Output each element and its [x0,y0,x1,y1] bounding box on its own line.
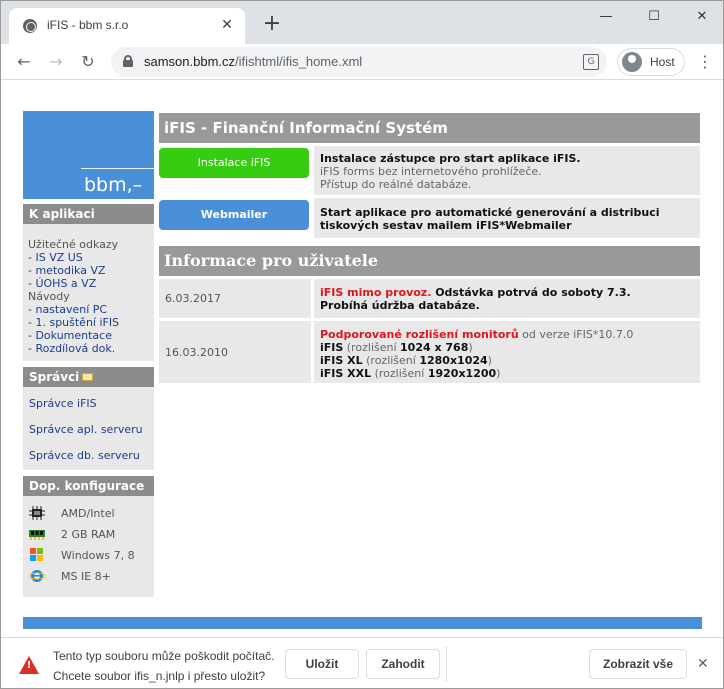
apps-box: Užitečné odkazy - IS VZ US - metodika VZ… [23,224,154,361]
back-button[interactable]: ← [13,51,35,73]
download-bar-close-icon[interactable]: ✕ [697,656,709,672]
profile-button[interactable]: Host [617,48,685,76]
config-cpu-label: AMD/Intel [61,507,115,520]
footer-bar [23,617,702,629]
link-uohs-vz[interactable]: - ÚOHS a VZ [28,277,149,290]
link-spravce-apl-serveru[interactable]: Správce apl. serveru [29,423,148,436]
config-browser: MS IE 8+ [29,568,148,589]
tab-close-icon[interactable]: ✕ [219,17,235,33]
download-warning-line2: Chcete soubor ifis_n.jnlp i přesto uloži… [53,669,266,683]
lock-icon[interactable] [123,55,133,67]
webmailer-button[interactable]: Webmailer [159,200,309,230]
config-ram: 2 GB RAM [29,526,148,547]
config-cpu: AMD/Intel [29,505,148,526]
admins-heading: Správci [23,367,154,387]
news-text: Odstávka potrvá do soboty 7.3. [431,286,631,299]
url-path: /ifishtml/ifis_home.xml [235,54,363,69]
reload-button[interactable]: ↻ [77,51,99,73]
new-tab-button[interactable]: + [261,13,283,35]
tab-strip: iFIS - bbm s.r.o ✕ + — ☐ ✕ [1,1,723,44]
config-browser-label: MS IE 8+ [61,570,111,583]
news-date: 6.03.2017 [159,279,311,318]
install-row: Instalace iFIS Instalace zástupce pro st… [159,143,700,195]
url-text[interactable]: samson.bbm.cz/ifishtml/ifis_home.xml [144,54,362,69]
guides-label: Návody [28,290,70,303]
webmailer-description-1: Start aplikace pro automatické generován… [320,206,660,219]
bbm-logo: bbm,– [23,111,154,199]
config-os: Windows 7, 8 [29,547,148,568]
sidebar: bbm,– K aplikaci Užitečné odkazy - IS VZ… [23,111,154,597]
globe-icon [23,19,37,33]
internet-explorer-icon [29,570,45,582]
admins-title: Správci [29,370,80,384]
tab-title: iFIS - bbm s.r.o [47,18,129,32]
info-title: Informace pro uživatele [159,246,700,276]
news-date: 16.03.2010 [159,321,311,383]
install-note-2: Přístup do reálné databáze. [320,178,472,191]
show-all-button[interactable]: Zobrazit vše [589,649,687,679]
address-bar[interactable]: samson.bbm.cz/ifishtml/ifis_home.xml G [111,47,607,77]
url-host: samson.bbm.cz [144,54,236,69]
news-text-2: Probíhá údržba databáze. [320,299,480,312]
ram-icon [29,530,45,540]
apps-heading: K aplikaci [23,204,154,224]
link-spravce-db-serveru[interactable]: Správce db. serveru [29,449,148,462]
browser-menu-icon[interactable]: ⋮ [695,51,715,73]
window-close-button[interactable]: ✕ [687,5,717,29]
envelope-icon[interactable] [82,373,94,381]
tab-ifis[interactable]: iFIS - bbm s.r.o ✕ [9,8,245,44]
avatar-icon [622,52,642,72]
divider [446,646,447,682]
config-box: AMD/Intel 2 GB RAM Windows 7, 8 MS IE 8+ [23,496,154,597]
link-dokumentace[interactable]: - Dokumentace [28,329,149,342]
discard-button[interactable]: Zahodit [366,649,440,679]
download-warning-text: Tento typ souboru může poškodit počítač.… [53,646,274,686]
webmailer-row: Webmailer Start aplikace pro automatické… [159,195,700,238]
main-title: iFIS - Finanční Informační Systém [159,113,700,143]
download-bar: ! Tento typ souboru může poškodit počíta… [1,637,723,688]
webmailer-description-2: tiskových sestav mailem iFIS*Webmailer [320,219,572,232]
resolution-version: od verze iFIS*10.7.0 [518,328,634,341]
resolution-heading: Podporované rozlišení monitorů [320,328,519,341]
windows-icon [30,548,43,561]
install-note-1: iFIS forms bez internetového prohlížeče. [320,165,542,178]
browser-window: iFIS - bbm s.r.o ✕ + — ☐ ✕ ← → ↻ samson.… [0,0,724,689]
maximize-button[interactable]: ☐ [639,5,669,29]
cpu-icon [29,506,45,520]
link-spravce-ifis[interactable]: Správce iFIS [29,397,148,410]
logo-text: bbm,– [84,174,143,196]
link-rozdilova-dok[interactable]: - Rozdílová dok. [28,342,149,355]
apps-intro: Užitečné odkazy [28,238,119,251]
forward-button[interactable]: → [45,51,67,73]
news-row: 6.03.2017 iFIS mimo provoz. Odstávka pot… [159,276,700,318]
profile-name: Host [650,55,675,69]
config-heading: Dop. konfigurace [23,476,154,496]
config-ram-label: 2 GB RAM [61,528,116,541]
config-os-label: Windows 7, 8 [61,549,135,562]
browser-toolbar: ← → ↻ samson.bbm.cz/ifishtml/ifis_home.x… [1,44,723,80]
web-page: bbm,– K aplikaci Užitečné odkazy - IS VZ… [1,81,723,637]
install-description: Instalace zástupce pro start aplikace iF… [320,152,581,165]
minimize-button[interactable]: — [591,5,621,29]
resolution-ifis-xxl: iFIS XXL (rozlišení 1920x1200) [320,367,501,380]
link-metodika-vz[interactable]: - metodika VZ [28,264,149,277]
translate-icon[interactable]: G [583,54,599,70]
link-nastaveni-pc[interactable]: - nastavení PC [28,303,149,316]
admins-box: Správce iFIS Správce apl. serveru Správc… [23,387,154,470]
download-warning-line1: Tento typ souboru může poškodit počítač. [53,649,275,663]
resolution-ifis: iFIS (rozlišení 1024 x 768) [320,341,473,354]
main-content: iFIS - Finanční Informační Systém Instal… [159,113,700,383]
link-first-start[interactable]: - 1. spuštění iFIS [28,316,149,329]
news-alert: iFIS mimo provoz. [320,286,432,299]
resolution-ifis-xl: iFIS XL (rozlišení 1280x1024) [320,354,492,367]
warning-icon: ! [19,656,39,674]
save-button[interactable]: Uložit [285,649,359,679]
install-ifis-button[interactable]: Instalace iFIS [159,148,309,178]
link-is-vz-us[interactable]: - IS VZ US [28,251,149,264]
news-row: 16.03.2010 Podporované rozlišení monitor… [159,318,700,383]
